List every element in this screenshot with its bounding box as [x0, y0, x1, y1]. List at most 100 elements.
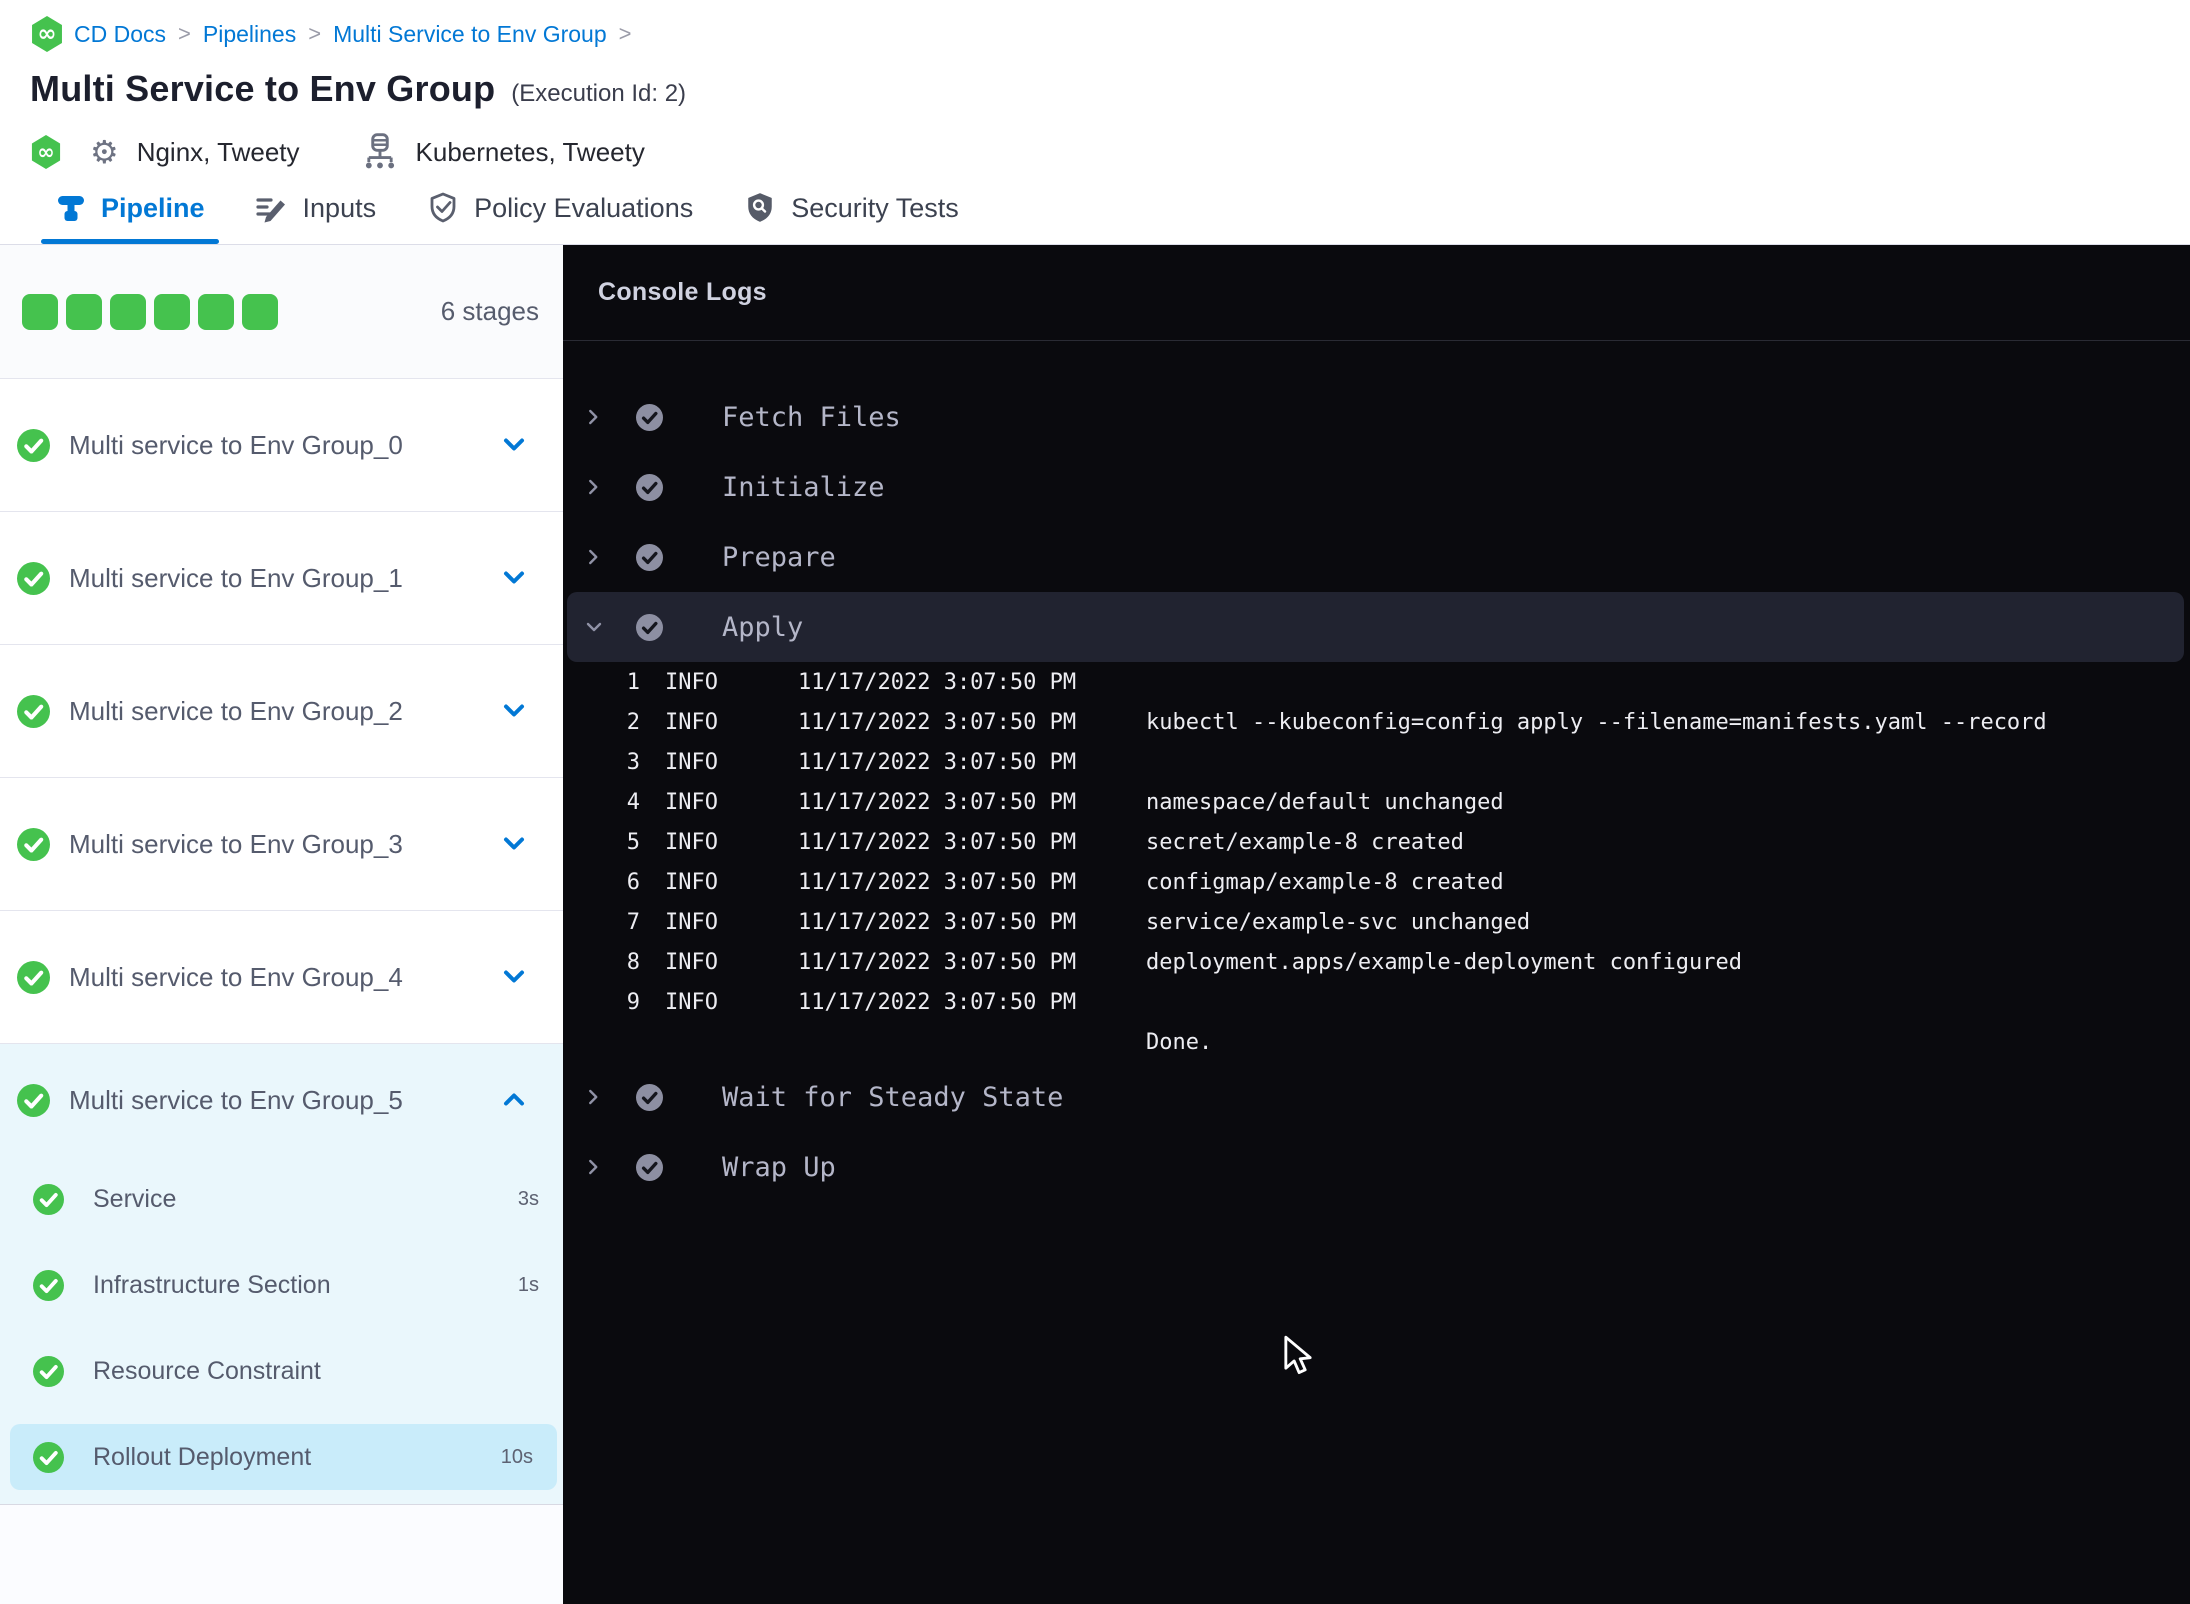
stage-row-0[interactable]: Multi service to Env Group_0: [0, 379, 563, 512]
log-line: 8 INFO 11/17/2022 3:07:50 PM deployment.app…: [563, 942, 2190, 982]
console-step-wait-for-steady-state[interactable]: Wait for Steady State: [563, 1062, 2190, 1132]
chevron-down-icon[interactable]: [501, 698, 527, 724]
tab-label: Pipeline: [101, 192, 205, 223]
services-label: Nginx, Tweety: [136, 136, 300, 167]
stage-count-label: 6 stages: [440, 296, 539, 326]
stage-progress-square: [66, 293, 102, 330]
log-message: deployment.apps/example-deployment confi…: [1146, 949, 1743, 975]
pipeline-execution-page: ∞ CD Docs > Pipelines > Multi Service to…: [0, 0, 2190, 1604]
step-success-icon: [636, 1153, 663, 1181]
stages-progress-summary: 6 stages: [0, 245, 563, 379]
chevron-right-icon[interactable]: [585, 1155, 603, 1179]
services-gear-icon: ⚙: [90, 133, 119, 171]
log-level: INFO: [665, 789, 718, 815]
tab-pipeline[interactable]: Pipeline: [41, 172, 219, 244]
console-step-prepare[interactable]: Prepare: [563, 522, 2190, 592]
tab-label: Policy Evaluations: [474, 192, 694, 223]
stage-label: Multi service to Env Group_0: [69, 429, 403, 460]
tab-security-tests[interactable]: Security Tests: [743, 172, 959, 244]
environments-label: Kubernetes, Tweety: [415, 136, 645, 167]
log-timestamp: 11/17/2022 3:07:50 PM: [798, 669, 1077, 695]
sidebar-empty-area: [0, 1505, 563, 1604]
success-check-icon: [33, 1183, 64, 1215]
tab-label: Security Tests: [791, 192, 959, 223]
stage-progress-square: [22, 293, 58, 330]
step-label: Resource Constraint: [93, 1356, 321, 1385]
step-duration: 10s: [500, 1445, 533, 1468]
stage-row-2[interactable]: Multi service to Env Group_2: [0, 645, 563, 778]
chevron-down-icon[interactable]: [501, 831, 527, 857]
chevron-right-icon[interactable]: [585, 405, 603, 429]
policy-evaluations-icon: [430, 192, 456, 223]
chevron-down-icon[interactable]: [501, 432, 527, 458]
stage-row-3[interactable]: Multi service to Env Group_3: [0, 778, 563, 911]
step-row-resource-constraint[interactable]: Resource Constraint: [0, 1328, 563, 1414]
tab-label: Inputs: [302, 192, 377, 223]
harness-cd-logo-icon: ∞: [32, 16, 62, 52]
log-message: configmap/example-8 created: [1146, 869, 1504, 895]
log-timestamp: 11/17/2022 3:07:50 PM: [798, 709, 1077, 735]
success-check-icon: [17, 1084, 50, 1117]
breadcrumb-item-pipeline-name[interactable]: Multi Service to Env Group: [333, 21, 607, 48]
chevron-down-icon[interactable]: [501, 565, 527, 591]
stage-label: Multi service to Env Group_3: [69, 828, 403, 859]
stage-label: Multi service to Env Group_1: [69, 562, 403, 593]
stage-progress-square: [154, 293, 190, 330]
pipeline-icon: [58, 196, 84, 221]
log-line-number: 9: [626, 989, 640, 1015]
step-success-icon: [636, 613, 663, 641]
console-step-apply[interactable]: Apply: [567, 592, 2184, 662]
log-line-number: 5: [626, 829, 640, 855]
breadcrumb-item-cd-docs[interactable]: CD Docs: [74, 21, 166, 48]
success-check-icon: [33, 1441, 64, 1473]
breadcrumb-separator-icon: >: [308, 21, 322, 46]
console-step-wrap-up[interactable]: Wrap Up: [563, 1132, 2190, 1202]
step-row-rollout-deployment[interactable]: Rollout Deployment 10s: [10, 1424, 557, 1490]
log-timestamp: 11/17/2022 3:07:50 PM: [798, 909, 1077, 935]
console-step-label: Fetch Files: [722, 401, 901, 433]
log-line: 1 INFO 11/17/2022 3:07:50 PM: [563, 662, 2190, 702]
log-timestamp: 11/17/2022 3:07:50 PM: [798, 789, 1077, 815]
console-step-initialize[interactable]: Initialize: [563, 452, 2190, 522]
success-check-icon: [17, 961, 50, 994]
console-logs-panel: Console Logs Fetch Files Initialize Prep…: [563, 245, 2190, 1604]
log-level: INFO: [665, 949, 718, 975]
step-row-infrastructure[interactable]: Infrastructure Section 1s: [0, 1242, 563, 1328]
breadcrumb-separator-icon: >: [618, 21, 632, 46]
step-label: Service: [93, 1184, 177, 1213]
log-line-number: 8: [626, 949, 640, 975]
chevron-up-icon[interactable]: [501, 1087, 527, 1113]
stage-row-5[interactable]: Multi service to Env Group_5: [0, 1044, 563, 1156]
log-line-number: 1: [626, 669, 640, 695]
log-timestamp: 11/17/2022 3:07:50 PM: [798, 869, 1077, 895]
chevron-right-icon[interactable]: [585, 545, 603, 569]
success-check-icon: [17, 562, 50, 595]
step-row-service[interactable]: Service 3s: [0, 1156, 563, 1242]
stage-row-1[interactable]: Multi service to Env Group_1: [0, 512, 563, 645]
stage-progress-square: [242, 293, 278, 330]
stage-label: Multi service to Env Group_4: [69, 961, 403, 992]
console-header: Console Logs: [563, 245, 2190, 341]
console-title: Console Logs: [598, 278, 767, 306]
log-line: 5 INFO 11/17/2022 3:07:50 PM secret/example…: [563, 822, 2190, 862]
log-line-number: 4: [626, 789, 640, 815]
tab-inputs[interactable]: Inputs: [255, 172, 377, 244]
success-check-icon: [17, 695, 50, 728]
console-log-output: 1 INFO 11/17/2022 3:07:50 PM 2 INFO 11/17/20…: [563, 662, 2190, 1062]
stage-row-4[interactable]: Multi service to Env Group_4: [0, 911, 563, 1044]
step-label: Rollout Deployment: [93, 1442, 312, 1471]
chevron-right-icon[interactable]: [585, 475, 603, 499]
breadcrumb-item-pipelines[interactable]: Pipelines: [203, 21, 296, 48]
chevron-down-icon[interactable]: [501, 964, 527, 990]
chevron-down-icon[interactable]: [585, 615, 603, 639]
tab-policy-evaluations[interactable]: Policy Evaluations: [426, 172, 693, 244]
chevron-right-icon[interactable]: [585, 1085, 603, 1109]
log-line: 3 INFO 11/17/2022 3:07:50 PM: [563, 742, 2190, 782]
log-level: INFO: [665, 909, 718, 935]
console-body: Fetch Files Initialize Prepare Apply 1 I…: [563, 341, 2190, 1202]
success-check-icon: [33, 1269, 64, 1301]
inputs-icon: [255, 198, 285, 223]
log-message: Done.: [1146, 1029, 1213, 1055]
console-step-fetch-files[interactable]: Fetch Files: [563, 382, 2190, 452]
log-line-number: 3: [626, 749, 640, 775]
